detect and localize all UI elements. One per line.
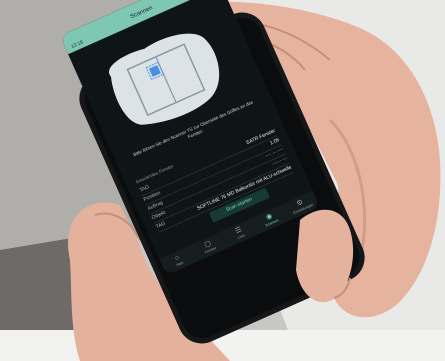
detail-key: TAG: [154, 220, 167, 231]
status-time: 12:18: [70, 39, 85, 51]
page-title: Scannen: [129, 5, 154, 21]
